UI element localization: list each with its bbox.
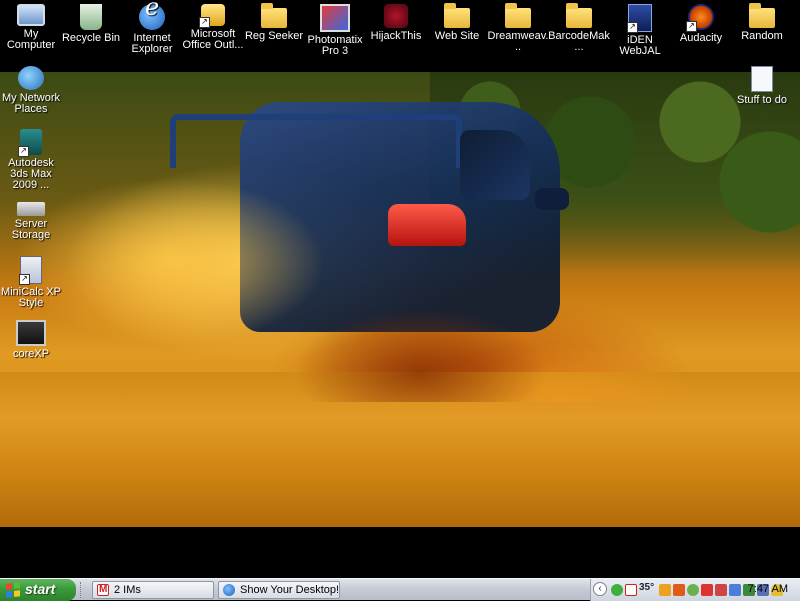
desktop-icon-label: Server Storage [11,218,51,241]
gmail-icon [97,582,109,598]
desktop-icon-label: Internet Explorer [131,32,173,55]
wallpaper [0,72,800,527]
folder-icon [444,3,470,28]
desktop-icon-label: Stuff to do [737,94,787,106]
desktop-icon-autodesk-3ds-max[interactable]: ↗ Autodesk 3ds Max 2009 ... [0,127,62,191]
taskbar-button-label: Show Your Desktop! -... [240,584,340,596]
folder-icon [566,3,592,28]
desktop-icon-label: Recycle Bin [61,32,121,44]
app-tray-icon[interactable] [687,584,699,596]
wallpaper-dust-cloud [0,142,700,402]
taskbar: start 2 IMs Show Your Desktop! -... ‹ 35… [0,578,800,601]
audacity-icon: ↗ [686,4,714,32]
desktop-icon-random[interactable]: Random [731,2,793,42]
desktop-icon-dreamweaver[interactable]: Dreamweav... [487,2,549,53]
taskbar-button-label: 2 IMs [114,584,141,596]
desktop-icon-minicalc[interactable]: ↗ MiniCalc XP Style [0,254,62,309]
desktop-icon-stuff-to-do[interactable]: Stuff to do [731,64,793,106]
system-clock[interactable]: 7:47 AM [748,579,788,601]
computer-icon [17,4,45,26]
desktop-icon-label: My Network Places [1,92,61,115]
shortcut-arrow-icon: ↗ [627,22,638,33]
internet-explorer-icon [223,584,235,596]
shortcut-arrow-icon: ↗ [19,274,30,285]
desktop[interactable]: My Computer Recycle Bin Internet Explore… [0,0,800,578]
windows-flag-icon [6,582,20,598]
desktop-icon-label: Web Site [434,30,480,42]
desktop-icon-audacity[interactable]: ↗ Audacity [670,2,732,44]
tray-expand-chevron-icon[interactable]: ‹ [593,582,607,596]
desktop-icon-outlook[interactable]: ↗ Microsoft Office Outl... [182,2,244,51]
app-tray-icon[interactable] [673,584,685,596]
desktop-icon-label: Dreamweav... [487,30,549,53]
desktop-icon-label: Audacity [679,32,723,44]
recycle-bin-icon [80,4,102,30]
app-tray-icon[interactable] [659,584,671,596]
desktop-icon-label: Microsoft Office Outl... [182,28,244,51]
folder-icon [749,3,775,28]
desktop-icon-label: Reg Seeker [244,30,304,42]
network-tray-icon[interactable] [729,584,741,596]
desktop-icon-label: Autodesk 3ds Max 2009 ... [8,157,54,191]
autodesk-icon: ↗ [18,129,42,157]
desktop-icon-label: MiniCalc XP Style [1,286,61,309]
calculator-icon: ↗ [19,256,42,285]
iden-icon: ↗ [627,4,652,33]
shortcut-arrow-icon: ↗ [686,21,697,32]
desktop-icon-label: My Computer [6,28,56,51]
shortcut-arrow-icon: ↗ [18,146,29,157]
desktop-icon-barcodemaker[interactable]: BarcodeMak... [548,2,610,53]
desktop-icon-label: BarcodeMak... [548,30,610,53]
app-tray-icon[interactable] [715,584,727,596]
shortcut-arrow-icon: ↗ [199,17,210,28]
desktop-icon-my-computer[interactable]: My Computer [0,2,62,51]
photomatix-icon [320,4,350,32]
desktop-icon-internet-explorer[interactable]: Internet Explorer [121,2,183,55]
desktop-icon-label: Random [741,30,783,42]
desktop-icon-web-site[interactable]: Web Site [426,2,488,42]
desktop-icon-photomatix[interactable]: Photomatix Pro 3 [304,2,366,57]
desktop-icon-label: iDEN WebJAL [619,34,661,57]
folder-icon [505,3,531,28]
taskbar-button-show-your-desktop[interactable]: Show Your Desktop! -... [218,581,340,599]
desktop-icon-my-network-places[interactable]: My Network Places [0,64,62,115]
document-icon [751,66,773,92]
storage-icon [17,202,45,216]
outlook-icon: ↗ [199,4,225,28]
desktop-icon-server-storage[interactable]: Server Storage [0,192,62,241]
desktop-icon-label: HijackThis [370,30,422,42]
desktop-icon-hijackthis[interactable]: HijackThis [365,2,427,42]
messenger-icon[interactable] [611,584,623,596]
network-icon [18,66,44,90]
desktop-icon-corexp[interactable]: coreXP [0,318,62,360]
quick-launch-divider[interactable] [80,582,84,598]
app-tray-icon[interactable] [701,584,713,596]
hijackthis-icon [384,4,408,28]
desktop-icon-reg-seeker[interactable]: Reg Seeker [243,2,305,42]
weather-temperature[interactable]: 35° [639,582,654,594]
internet-explorer-icon [139,2,165,30]
start-label: start [25,581,56,597]
start-button[interactable]: start [0,579,76,601]
corexp-icon [16,320,46,346]
desktop-icon-recycle-bin[interactable]: Recycle Bin [60,2,122,44]
desktop-icon-label: coreXP [12,348,50,360]
taskbar-button-ims[interactable]: 2 IMs [92,581,214,599]
desktop-icon-iden-webjal[interactable]: ↗ iDEN WebJAL [609,2,671,57]
gmail-notifier-icon[interactable] [625,584,637,596]
desktop-icon-label: Photomatix Pro 3 [307,34,363,57]
folder-icon [261,3,287,28]
